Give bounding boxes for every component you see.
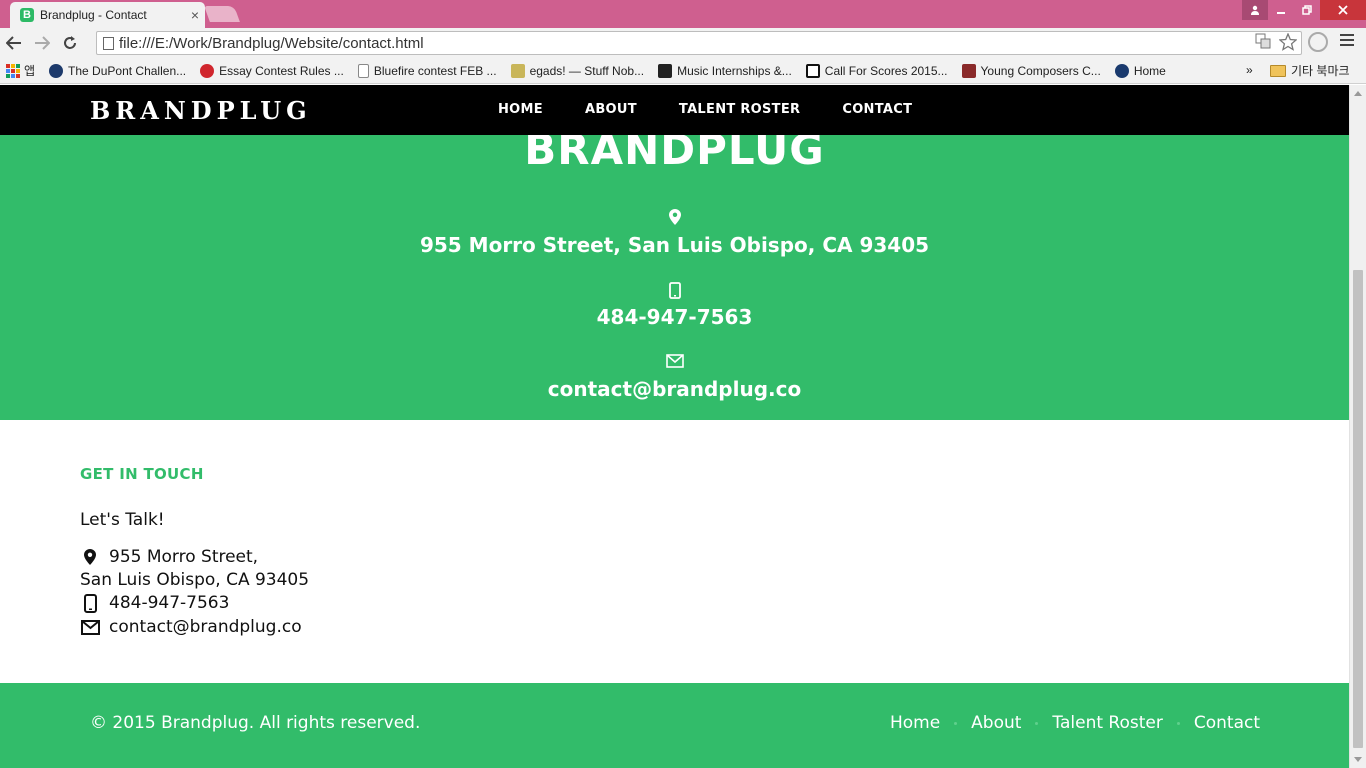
smiley-icon — [510, 63, 525, 78]
bookmark-essay-contest[interactable]: Essay Contest Rules ... — [200, 63, 344, 78]
kiwanis-icon — [1114, 63, 1129, 78]
bookmark-call-for-scores[interactable]: Call For Scores 2015... — [805, 63, 948, 78]
reload-icon[interactable] — [56, 29, 84, 57]
hero-phone: 484-947-7563 — [596, 305, 753, 329]
address-text: file:///E:/Work/Brandplug/Website/contac… — [119, 34, 424, 52]
contact-phone: 484-947-7563 — [109, 593, 230, 613]
user-profile-icon[interactable] — [1242, 0, 1268, 20]
scrollbar-thumb[interactable] — [1353, 270, 1363, 748]
footer-link-about[interactable]: About — [971, 713, 1021, 733]
footer-nav: Home About Talent Roster Contact — [890, 713, 1260, 733]
nav-about[interactable]: ABOUT — [585, 102, 637, 117]
music-icon — [658, 63, 673, 78]
bookmark-egads[interactable]: egads! — Stuff Nob... — [510, 63, 644, 78]
footer-link-contact[interactable]: Contact — [1194, 713, 1260, 733]
footer-link-home[interactable]: Home — [890, 713, 940, 733]
bookmarks-overflow-button[interactable]: » — [1246, 63, 1253, 77]
back-arrow-icon[interactable] — [0, 29, 28, 57]
bookmark-bluefire[interactable]: Bluefire contest FEB ... — [357, 63, 497, 78]
tab-title: Brandplug - Contact — [40, 8, 147, 22]
site-logo[interactable]: BRANDPLUG — [90, 96, 312, 125]
composer-icon — [961, 63, 976, 78]
main-nav: HOME ABOUT TALENT ROSTER CONTACT — [498, 102, 912, 117]
map-marker-icon — [80, 549, 100, 565]
browser-menu-icon[interactable] — [1340, 31, 1354, 52]
bookmark-dupont[interactable]: The DuPont Challen... — [49, 63, 186, 78]
address-bar[interactable]: file:///E:/Work/Brandplug/Website/contac… — [96, 31, 1302, 55]
hero-email[interactable]: contact@brandplug.co — [0, 377, 1349, 401]
browser-titlebar: B Brandplug - Contact × — [0, 0, 1366, 28]
page-viewport: BRANDPLUG HOME ABOUT TALENT ROSTER CONTA… — [0, 85, 1366, 768]
browser-tab-active[interactable]: B Brandplug - Contact × — [10, 2, 205, 28]
bookmark-apps[interactable]: 앱 — [6, 62, 35, 79]
close-window-icon[interactable] — [1320, 0, 1366, 20]
bookmark-young-composers[interactable]: Young Composers C... — [961, 63, 1101, 78]
nav-contact[interactable]: CONTACT — [842, 102, 912, 117]
translate-icon[interactable] — [1255, 33, 1271, 56]
lets-talk-subheading: Let's Talk! — [80, 510, 165, 530]
bookmark-star-icon[interactable] — [1278, 32, 1298, 56]
mobile-phone-icon — [80, 593, 100, 613]
section-heading: GET IN TOUCH — [80, 465, 204, 483]
other-bookmarks-folder[interactable]: 기타 북마크 — [1270, 62, 1350, 79]
site-footer: © 2015 Brandplug. All rights reserved. H… — [0, 683, 1349, 768]
bookmark-music-internships[interactable]: Music Internships &... — [658, 63, 792, 78]
hero-address: 955 Morro Street, San Luis Obispo, CA 93… — [419, 233, 930, 257]
contact-phone-line: 484-947-7563 — [80, 593, 229, 613]
minimize-icon[interactable] — [1268, 0, 1294, 20]
site-navbar: BRANDPLUG HOME ABOUT TALENT ROSTER CONTA… — [0, 85, 1349, 135]
tab-close-icon[interactable]: × — [185, 7, 205, 23]
nav-home[interactable]: HOME — [498, 102, 543, 117]
contact-email[interactable]: contact@brandplug.co — [109, 617, 302, 637]
scroll-up-arrow-icon[interactable] — [1354, 91, 1362, 96]
contact-address-line2: San Luis Obispo, CA 93405 — [80, 570, 310, 590]
map-marker-icon — [0, 209, 1349, 225]
extension-icon[interactable] — [1308, 32, 1328, 52]
nav-talent-roster[interactable]: TALENT ROSTER — [679, 102, 800, 117]
bookmark-home[interactable]: Home — [1114, 63, 1166, 78]
forward-arrow-icon[interactable] — [28, 29, 56, 57]
scroll-down-arrow-icon[interactable] — [1354, 757, 1362, 762]
new-tab-button[interactable] — [204, 6, 240, 22]
get-in-touch-section: GET IN TOUCH Let's Talk! 955 Morro Stree… — [80, 465, 309, 637]
contact-address-line1: 955 Morro Street, — [109, 547, 259, 567]
footer-copyright: © 2015 Brandplug. All rights reserved. — [90, 713, 421, 733]
footer-link-talent-roster[interactable]: Talent Roster — [1052, 713, 1162, 733]
folder-icon — [1270, 64, 1286, 77]
window-controls — [1242, 0, 1366, 20]
contact-hero: BRANDPLUG 955 Morro Street, San Luis Obi… — [0, 125, 1349, 420]
star-badge-icon — [49, 63, 64, 78]
footer-separator — [954, 721, 958, 725]
brandplug-favicon-icon: B — [20, 8, 34, 22]
envelope-icon — [0, 354, 1349, 368]
apps-icon — [6, 63, 20, 78]
restore-icon[interactable] — [1294, 0, 1320, 20]
score-icon — [805, 63, 820, 78]
footer-separator — [1035, 721, 1039, 725]
mobile-phone-icon — [0, 282, 1349, 299]
envelope-icon — [80, 619, 100, 635]
page-icon — [357, 63, 369, 78]
contact-address-line: 955 Morro Street, — [80, 547, 258, 567]
bookmarks-bar: 앱 The DuPont Challen... Essay Contest Ru… — [0, 58, 1366, 84]
footer-separator — [1176, 721, 1180, 725]
page-scrollbar[interactable] — [1349, 85, 1366, 768]
browser-toolbar: file:///E:/Work/Brandplug/Website/contac… — [0, 28, 1366, 58]
red-flower-icon — [200, 63, 215, 78]
contact-email-line: contact@brandplug.co — [80, 617, 302, 637]
page-icon — [97, 36, 119, 50]
